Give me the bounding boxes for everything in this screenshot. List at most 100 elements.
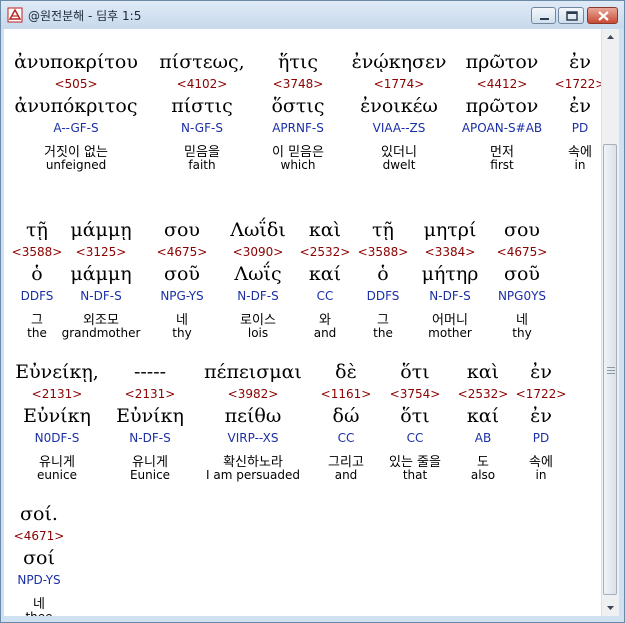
strongs-number: <505> — [54, 77, 98, 91]
parse-code: A--GF-S — [53, 121, 99, 135]
english-gloss: faith — [188, 158, 216, 172]
scroll-thumb[interactable] — [603, 144, 617, 595]
strongs-number: <3754> — [389, 387, 441, 401]
minimize-button[interactable] — [531, 7, 556, 24]
greek-word: σου — [504, 219, 540, 241]
strongs-number: <4671> — [13, 529, 65, 543]
minimize-icon — [540, 18, 549, 20]
scroll-down-button[interactable] — [602, 599, 619, 616]
parse-code: CC — [316, 289, 334, 303]
greek-word: δὲ — [335, 361, 357, 383]
english-gloss: dwelt — [382, 158, 416, 172]
strongs-number: <1722> — [515, 387, 567, 401]
english-gloss: unfeigned — [45, 158, 107, 172]
greek-word: σοί. — [20, 503, 58, 525]
title-bar[interactable]: @원전분해 - 딤후 1:5 — [1, 1, 624, 29]
english-gloss: that — [402, 468, 428, 482]
parse-code: NPD-YS — [17, 573, 61, 587]
close-icon — [598, 11, 609, 21]
greek-word: ἐνῴκησεν — [351, 51, 447, 73]
english-gloss: thy — [172, 326, 192, 340]
parse-code: AB — [474, 431, 492, 445]
english-gloss: in — [574, 158, 586, 172]
lemma: Εὐνίκη — [116, 405, 184, 427]
english-gloss: lois — [247, 326, 269, 340]
greek-word: τῇ — [372, 219, 394, 241]
parse-code: N-DF-S — [237, 289, 279, 303]
maximize-button[interactable] — [558, 7, 584, 24]
lemma: ὅστις — [271, 95, 325, 117]
strongs-number: <3384> — [424, 245, 476, 259]
parse-code: VIAA--ZS — [372, 121, 426, 135]
strongs-number: <1774> — [373, 77, 425, 91]
lemma: ὁ — [31, 263, 43, 285]
scroll-grip-icon — [607, 367, 615, 374]
greek-word: Εὐνείκῃ, — [15, 361, 99, 383]
english-gloss: also — [470, 468, 496, 482]
parse-code: CC — [337, 431, 355, 445]
english-gloss: and — [313, 326, 337, 340]
english-gloss: and — [334, 468, 358, 482]
greek-word: μητρί — [423, 219, 477, 241]
parse-code: NPG0YS — [497, 289, 547, 303]
parse-code: N-DF-S — [129, 431, 171, 445]
english-gloss: thy — [512, 326, 532, 340]
greek-word: πρῶτον — [465, 51, 539, 73]
parse-code: DDFS — [366, 289, 400, 303]
english-gloss: the — [373, 326, 393, 340]
lemma: ἐνοικέω — [360, 95, 438, 117]
strongs-number: <3125> — [75, 245, 127, 259]
parse-code: CC — [406, 431, 424, 445]
parse-code: N0DF-S — [34, 431, 80, 445]
scroll-up-button[interactable] — [602, 29, 619, 46]
vertical-scrollbar[interactable] — [601, 29, 619, 616]
parse-code: PD — [571, 121, 589, 135]
english-gloss: the — [27, 326, 47, 340]
lemma: ἀνυπόκριτος — [14, 95, 138, 117]
window-title: @원전분해 - 딤후 1:5 — [28, 9, 142, 23]
lemma: ἐν — [569, 95, 591, 117]
strongs-number: <4675> — [496, 245, 548, 259]
greek-word: πέπεισμαι — [204, 361, 302, 383]
greek-word: Λωΐδι — [230, 219, 286, 241]
greek-word: ----- — [133, 361, 167, 383]
english-gloss: I am persuaded — [206, 468, 300, 482]
strongs-number: <3748> — [272, 77, 324, 91]
strongs-number: <2131> — [124, 387, 176, 401]
lemma: ὅτι — [400, 405, 430, 427]
english-gloss: Eunice — [129, 468, 171, 482]
lemma: σοί — [23, 547, 55, 569]
strongs-number: <4412> — [476, 77, 528, 91]
english-gloss: first — [490, 158, 514, 172]
strongs-number: <2131> — [31, 387, 83, 401]
lemma: καί — [466, 405, 500, 427]
english-gloss: eunice — [37, 468, 77, 482]
lemma: Εὐνίκη — [23, 405, 91, 427]
lemma: ὁ — [377, 263, 389, 285]
strongs-number: <3588> — [11, 245, 63, 259]
greek-word: ἐν — [530, 361, 552, 383]
greek-word: πίστεως, — [159, 51, 245, 73]
parse-code: NPG-YS — [160, 289, 204, 303]
lemma: Λωΐς — [234, 263, 282, 285]
english-gloss: mother — [428, 326, 472, 340]
lemma: σοῦ — [164, 263, 200, 285]
lemma: καί — [308, 263, 342, 285]
lemma: μάμμη — [70, 263, 132, 285]
scroll-down-arrow-icon — [607, 606, 614, 610]
close-button[interactable] — [587, 7, 618, 24]
parse-code: N-DF-S — [429, 289, 471, 303]
app-icon — [7, 7, 23, 23]
parse-code: DDFS — [20, 289, 54, 303]
strongs-number: <3588> — [357, 245, 409, 259]
greek-word: μάμμῃ — [70, 219, 132, 241]
lemma: πίστις — [171, 95, 233, 117]
parse-code: APRNF-S — [272, 121, 324, 135]
lemma: ἐν — [530, 405, 552, 427]
greek-word: ἀνυποκρίτου — [14, 51, 138, 73]
strongs-number: <3982> — [227, 387, 279, 401]
strongs-number: <1161> — [320, 387, 372, 401]
parse-code: APOAN-S#AB — [461, 121, 543, 135]
strongs-number: <2532> — [457, 387, 509, 401]
strongs-number: <4675> — [156, 245, 208, 259]
